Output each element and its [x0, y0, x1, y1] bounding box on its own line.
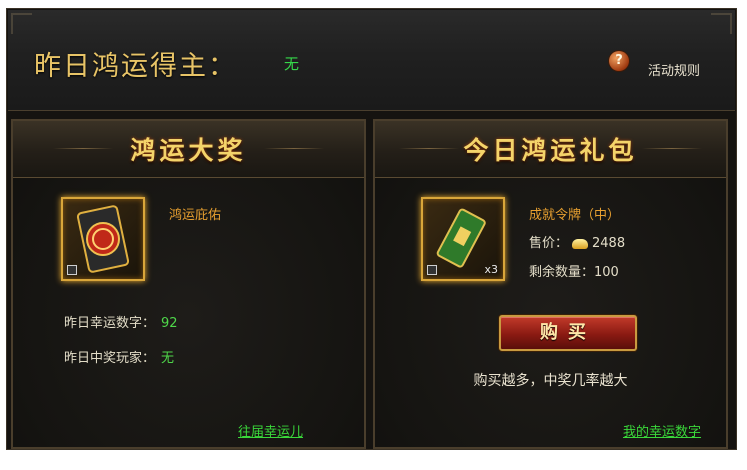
- gift-item-name: 成就令牌（中）: [529, 208, 621, 223]
- corner-ornament-icon: [711, 13, 732, 34]
- lucky-number-label: 昨日幸运数字：: [64, 316, 156, 331]
- activity-rules-link[interactable]: 活动规则: [648, 60, 700, 79]
- daily-gift-panel: 今日鸿运礼包 x3 成就令牌（中） 售价： 2488 剩余数量：100 购买 购买…: [373, 119, 728, 449]
- buy-button[interactable]: 购买: [499, 315, 637, 351]
- lucky-number-value: 92: [161, 316, 178, 331]
- corner-ornament-icon: [11, 13, 32, 34]
- price-label: 售价：: [529, 236, 569, 251]
- grand-prize-panel: 鸿运大奖 鸿运庇佑 昨日幸运数字： 92 昨日中奖玩家： 无 往届幸运儿: [11, 119, 366, 449]
- price-value: 2488: [592, 236, 626, 251]
- prize-winner-row: 昨日中奖玩家： 无: [64, 347, 174, 366]
- lucky-number-row: 昨日幸运数字： 92: [64, 312, 178, 331]
- remaining-label: 剩余数量：: [529, 265, 595, 280]
- grand-prize-title: 鸿运大奖: [130, 136, 247, 165]
- grand-prize-header: 鸿运大奖: [13, 121, 364, 178]
- fortune-blessing-item-slot[interactable]: [61, 197, 145, 281]
- prize-winner-label: 昨日中奖玩家：: [64, 351, 156, 366]
- achievement-token-item-slot[interactable]: x3: [421, 197, 505, 281]
- buy-more-note: 购买越多，中奖几率越大: [473, 373, 628, 389]
- help-icon[interactable]: ?: [609, 51, 629, 71]
- lock-icon: [67, 265, 77, 275]
- daily-gift-title: 今日鸿运礼包: [463, 136, 638, 165]
- event-window: 昨日鸿运得主： 无 ? 活动规则 鸿运大奖 鸿运庇佑 昨日幸运数字： 92 昨日中…: [6, 8, 737, 450]
- remaining-value: 100: [594, 265, 619, 280]
- yesterday-winner-title: 昨日鸿运得主：: [34, 51, 237, 82]
- lock-icon: [427, 265, 437, 275]
- remaining-row: 剩余数量：100: [529, 261, 619, 280]
- prize-winner-value: 无: [161, 351, 175, 366]
- grand-prize-item-name: 鸿运庇佑: [169, 208, 222, 223]
- my-lucky-numbers-link[interactable]: 我的幸运数字: [623, 421, 701, 440]
- daily-gift-header: 今日鸿运礼包: [375, 121, 726, 178]
- gold-ingot-icon: [572, 238, 589, 249]
- yesterday-winner-value: 无: [284, 55, 300, 73]
- past-winners-link[interactable]: 往届幸运儿: [238, 421, 303, 440]
- price-row: 售价： 2488: [529, 232, 625, 251]
- header-banner: 昨日鸿运得主： 无 ? 活动规则: [8, 10, 735, 111]
- item-quantity: x3: [484, 263, 498, 276]
